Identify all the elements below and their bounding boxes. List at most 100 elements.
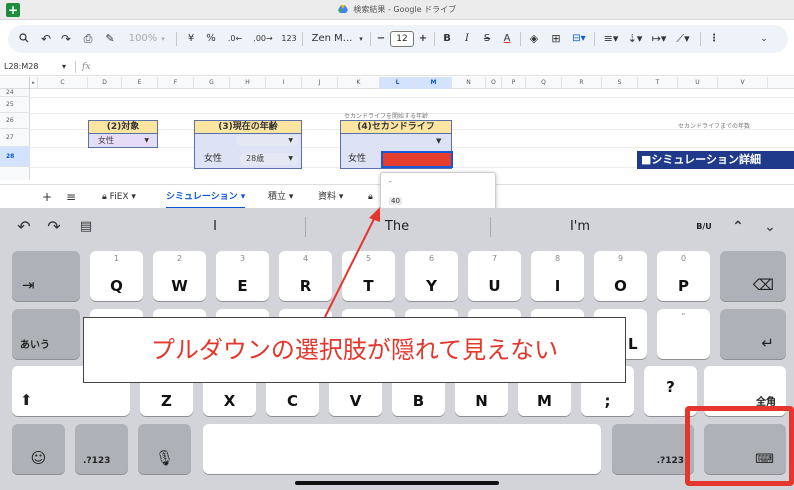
key-y[interactable]: 6Y [405, 251, 458, 301]
row-header-25[interactable]: 25 [0, 97, 30, 113]
fill-color-icon[interactable]: ◈ [526, 25, 542, 53]
horizontal-align-icon[interactable]: ≡▾ [600, 25, 622, 53]
target-dropdown-chip[interactable]: 女性 ▼ [92, 135, 154, 146]
print-icon[interactable]: ⎙ [80, 25, 96, 53]
chevron-up-icon[interactable]: ⌃ [728, 218, 748, 236]
age-empty-dropdown[interactable]: ▼ [236, 135, 298, 146]
decrease-decimal-button[interactable]: .0← [224, 25, 246, 53]
text-format-button[interactable]: B/U [692, 218, 716, 236]
key-q[interactable]: 1Q [90, 251, 143, 301]
row-header-24[interactable]: 24 [0, 89, 30, 97]
dropdown-options-popup[interactable]: - 40 [380, 172, 496, 210]
home-indicator[interactable] [295, 481, 499, 485]
column-header-p[interactable]: P [502, 77, 526, 89]
vertical-align-icon[interactable]: ⇣▾ [624, 25, 646, 53]
text-rotation-icon[interactable]: ⟋▾ [672, 25, 694, 53]
dictation-key[interactable]: 🎙︎ [138, 424, 191, 474]
column-header-q[interactable]: Q [526, 77, 562, 89]
column-header-u[interactable]: U [678, 77, 718, 89]
row-header-28[interactable]: 28 [0, 147, 30, 167]
collapse-toolbar-icon[interactable]: ⌄ [756, 25, 772, 53]
dropdown-option[interactable]: - [389, 178, 392, 186]
tab-key[interactable]: ⇥ [12, 251, 80, 301]
column-header-d[interactable]: D [88, 77, 122, 89]
currency-format-button[interactable]: ¥ [184, 25, 198, 53]
column-header-e[interactable]: E [122, 77, 158, 89]
add-sheet-button[interactable]: + [42, 185, 52, 209]
more-options-icon[interactable]: ⋮ [708, 25, 720, 53]
undo-icon[interactable]: ↶ [38, 25, 54, 53]
column-header-n[interactable]: N [452, 77, 486, 89]
column-header-k[interactable]: K [338, 77, 380, 89]
redo-icon[interactable]: ↷ [44, 218, 64, 236]
bold-button[interactable]: B [440, 25, 454, 53]
selected-dropdown-cell[interactable] [381, 151, 453, 168]
redo-icon[interactable]: ↷ [58, 25, 74, 53]
tab-fiex[interactable]: 🔒︎ FiEX ▾ [102, 185, 136, 209]
suggestion-3[interactable]: I'm [525, 218, 635, 236]
chevron-down-icon[interactable]: ▼ [436, 137, 441, 145]
merge-cells-icon[interactable]: ⊟▾ [568, 25, 590, 53]
chevron-down-icon[interactable]: ⌄ [760, 218, 780, 236]
key-p[interactable]: 0P [657, 251, 710, 301]
numbers-key[interactable]: .?123 [75, 424, 128, 474]
italic-button[interactable]: I [460, 25, 474, 53]
column-header-f[interactable]: F [158, 77, 194, 89]
tab-shiryo[interactable]: 資料 ▾ [318, 185, 343, 209]
lock-icon[interactable]: 🔒︎ [368, 185, 373, 209]
column-header-v[interactable]: V [718, 77, 768, 89]
select-all-corner[interactable] [0, 77, 30, 89]
row-header-27[interactable]: 27 [0, 129, 30, 147]
column-header-l[interactable]: L [380, 77, 416, 89]
key-e[interactable]: 3E [216, 251, 269, 301]
text-color-button[interactable]: A [500, 25, 514, 53]
key-apostrophe[interactable]: " [657, 309, 710, 359]
strikethrough-button[interactable]: S [480, 25, 494, 53]
kana-key[interactable]: あいう [12, 309, 80, 359]
column-header-h[interactable]: H [230, 77, 266, 89]
column-header-i[interactable]: I [266, 77, 302, 89]
column-header-m[interactable]: M [416, 77, 452, 89]
borders-icon[interactable]: ⊞ [548, 25, 564, 53]
column-header-c[interactable]: C [38, 77, 88, 89]
zoom-select[interactable]: 100% [128, 25, 158, 53]
all-sheets-menu-button[interactable]: ≡ [66, 185, 76, 209]
number-format-button[interactable]: 123 [280, 25, 298, 53]
emoji-key[interactable]: ☺ [12, 424, 65, 474]
column-header-t[interactable]: T [638, 77, 678, 89]
key-o[interactable]: 9O [594, 251, 647, 301]
font-select[interactable]: Zen M... [308, 25, 356, 53]
undo-icon[interactable]: ↶ [14, 218, 34, 236]
key-w[interactable]: 2W [153, 251, 206, 301]
name-box[interactable]: L28:M28 [4, 60, 38, 74]
column-header-g[interactable]: G [194, 77, 230, 89]
row-header-26[interactable]: 26 [0, 113, 30, 129]
space-bar[interactable] [203, 424, 601, 474]
column-header-j[interactable]: J [302, 77, 338, 89]
key-i[interactable]: 8I [531, 251, 584, 301]
text-wrap-icon[interactable]: ↦▾ [648, 25, 670, 53]
key-u[interactable]: 7U [468, 251, 521, 301]
increase-decimal-button[interactable]: .00→ [250, 25, 276, 53]
tab-simulation[interactable]: シミュレーション ▾ [166, 185, 246, 209]
font-size-input[interactable]: 12 [390, 31, 414, 47]
key-r[interactable]: 4R [279, 251, 332, 301]
age-dropdown-chip[interactable]: 28歳 ▼ [240, 153, 298, 165]
column-header-r[interactable]: R [562, 77, 602, 89]
return-key[interactable]: ↵ [720, 309, 786, 359]
paste-icon[interactable]: ▤ [76, 218, 96, 236]
paint-format-icon[interactable]: ✎ [102, 25, 118, 53]
percent-format-button[interactable]: % [204, 25, 218, 53]
column-header-o[interactable]: O [486, 77, 502, 89]
font-size-increase-button[interactable]: + [416, 25, 430, 53]
suggestion-2[interactable]: The [342, 218, 452, 236]
search-icon[interactable] [16, 25, 32, 53]
key-t[interactable]: 5T [342, 251, 395, 301]
column-header-s[interactable]: S [602, 77, 638, 89]
suggestion-1[interactable]: I [160, 218, 270, 236]
collapsed-columns-marker[interactable]: ▸ [30, 77, 38, 89]
tab-tsumitate[interactable]: 積立 ▾ [268, 185, 293, 209]
font-size-decrease-button[interactable]: − [374, 25, 388, 53]
backspace-key[interactable]: ⌫ [720, 251, 786, 301]
numbers-key-right[interactable]: .?123 [612, 424, 694, 474]
